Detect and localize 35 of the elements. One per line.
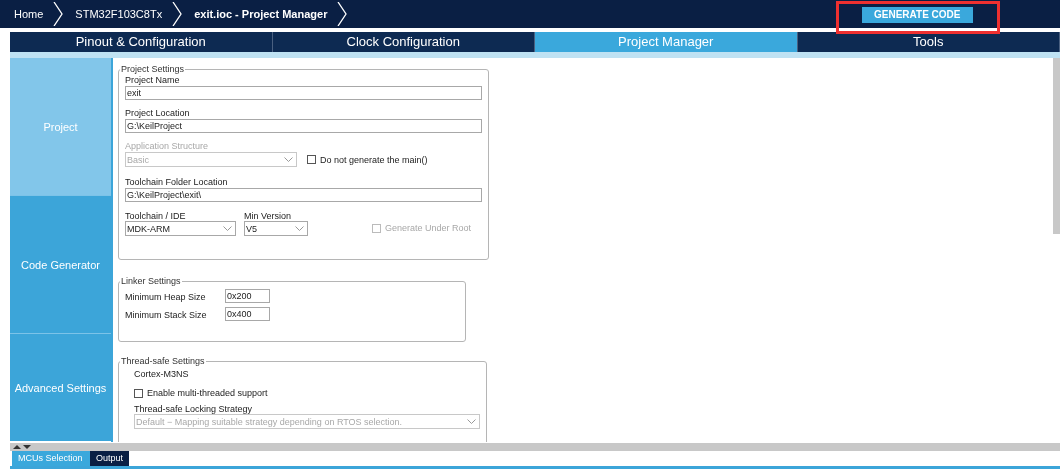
group-title: Project Settings (120, 64, 186, 74)
caret-icon (467, 419, 476, 424)
chevron-icon (172, 2, 183, 26)
chevron-icon (53, 2, 64, 26)
field-label: Project Name (125, 75, 181, 85)
field-label: Toolchain Folder Location (125, 177, 229, 187)
breadcrumb-item[interactable]: exit.ioc - Project Manager (194, 8, 338, 20)
breadcrumb-item[interactable]: Home (14, 8, 54, 20)
group-title: Thread-safe Settings (120, 356, 206, 366)
checkbox[interactable]: Do not generate the main() (307, 154, 428, 165)
bottom-tab[interactable]: Output (90, 451, 130, 466)
input-field[interactable]: 0x200 (225, 289, 270, 303)
field-label: Thread-safe Locking Strategy (134, 404, 254, 414)
input-field[interactable]: G:\KeilProject (125, 119, 482, 133)
collapse-arrows-icon[interactable] (12, 444, 32, 450)
field-label: Min Version (244, 211, 293, 221)
field-label: Project Location (125, 108, 191, 118)
dropdown[interactable]: MDK-ARM (125, 221, 236, 236)
caret-icon (295, 226, 304, 231)
input-field[interactable]: G:\KeilProject\exit\ (125, 188, 482, 202)
field-label: Application Structure (125, 141, 210, 151)
caret-icon (284, 157, 293, 162)
field-label: Minimum Stack Size (125, 309, 208, 320)
breadcrumb-item[interactable]: STM32F103C8Tx (75, 8, 173, 20)
field-label: Cortex-M3NS (134, 369, 190, 379)
scrollbar[interactable] (1053, 58, 1060, 234)
field-label: Toolchain / IDE (125, 211, 187, 221)
dropdown[interactable]: V5 (244, 221, 308, 236)
group-title: Linker Settings (120, 276, 182, 286)
field-label: Minimum Heap Size (125, 291, 207, 302)
checkbox[interactable]: Enable multi-threaded support (134, 388, 480, 398)
input-field[interactable]: 0x400 (225, 307, 270, 321)
chevron-icon (337, 2, 348, 26)
input-field[interactable]: exit (125, 86, 482, 100)
caret-icon (223, 226, 232, 231)
